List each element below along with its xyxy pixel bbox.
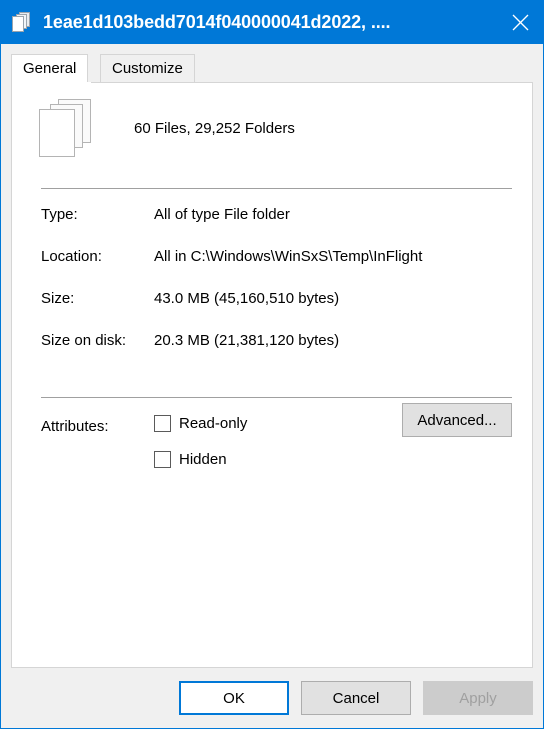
size-value: 43.0 MB (45,160,510 bytes) <box>154 290 340 307</box>
detail-row-location: Location: All in C:\Windows\WinSxS\Temp\… <box>12 248 532 290</box>
location-label: Location: <box>41 248 102 265</box>
read-only-checkbox-row[interactable]: Read-only <box>154 415 247 432</box>
size-label: Size: <box>41 290 75 307</box>
tab-customize-label: Customize <box>112 60 183 77</box>
read-only-checkbox[interactable] <box>154 415 171 432</box>
cancel-button-label: Cancel <box>332 689 380 707</box>
close-button[interactable] <box>497 0 543 44</box>
properties-dialog-window: 1eae1d103bedd7014f040000041d2022, .... G… <box>0 0 544 729</box>
tab-general[interactable]: General <box>11 54 89 82</box>
attributes-section: Attributes: Read-only Hidden Advanced... <box>12 398 532 484</box>
stacked-documents-icon <box>11 11 33 33</box>
ok-button[interactable]: OK <box>179 681 289 715</box>
tab-customize[interactable]: Customize <box>100 54 195 82</box>
size-on-disk-value: 20.3 MB (21,381,120 bytes) <box>154 332 340 349</box>
hidden-checkbox-row[interactable]: Hidden <box>154 451 227 468</box>
selection-summary: 60 Files, 29,252 Folders <box>12 83 532 159</box>
advanced-button[interactable]: Advanced... <box>402 403 512 437</box>
attributes-label: Attributes: <box>41 418 109 435</box>
apply-button: Apply <box>423 681 533 715</box>
read-only-label: Read-only <box>179 415 248 432</box>
window-title: 1eae1d103bedd7014f040000041d2022, .... <box>43 11 391 32</box>
general-tab-panel: 60 Files, 29,252 Folders Type: All of ty… <box>11 82 533 668</box>
tab-general-label: General <box>23 60 77 77</box>
hidden-label: Hidden <box>179 451 227 468</box>
stacked-documents-icon-large <box>37 97 95 159</box>
ok-button-label: OK <box>223 689 245 707</box>
hidden-checkbox[interactable] <box>154 451 171 468</box>
tab-strip: General Customize <box>11 54 533 82</box>
cancel-button[interactable]: Cancel <box>301 681 411 715</box>
apply-button-label: Apply <box>459 689 497 707</box>
title-bar: 1eae1d103bedd7014f040000041d2022, .... <box>1 0 543 44</box>
type-value: All of type File folder <box>154 206 290 223</box>
detail-row-size-on-disk: Size on disk: 20.3 MB (21,381,120 bytes) <box>12 332 532 374</box>
details-list: Type: All of type File folder Location: … <box>12 189 532 374</box>
detail-row-type: Type: All of type File folder <box>12 206 532 248</box>
type-label: Type: <box>41 206 78 223</box>
size-on-disk-label: Size on disk: <box>41 332 127 349</box>
advanced-button-label: Advanced... <box>417 411 497 429</box>
close-icon <box>512 14 528 30</box>
dialog-footer: OK Cancel Apply <box>1 668 543 728</box>
location-value: All in C:\Windows\WinSxS\Temp\InFlight <box>154 248 423 265</box>
detail-row-size: Size: 43.0 MB (45,160,510 bytes) <box>12 290 532 332</box>
file-folder-count: 60 Files, 29,252 Folders <box>134 119 295 137</box>
